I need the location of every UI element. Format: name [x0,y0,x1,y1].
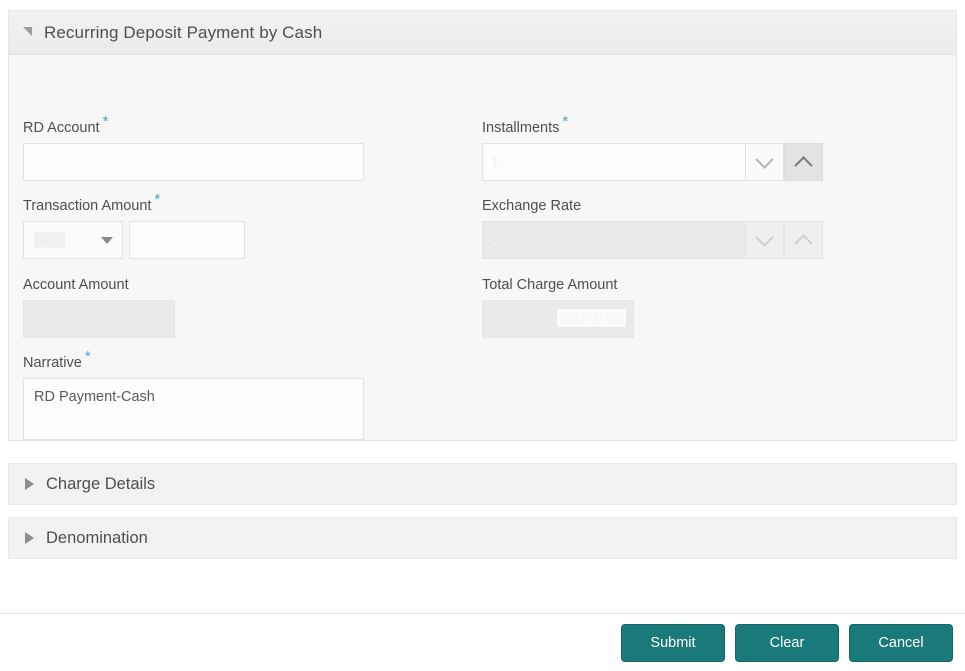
narrative-label-text: Narrative [23,355,82,371]
footer-bar: Submit Clear Cancel [0,614,965,671]
triangle-expanded-icon[interactable] [23,27,32,36]
exchange-rate-input [482,221,745,259]
rd-account-label-text: RD Account [23,120,100,136]
installments-label: Installments * [482,114,823,137]
chevron-up-icon [794,155,813,175]
required-asterisk: * [562,113,569,131]
transaction-amount-group: GBP [23,221,245,259]
field-total-charge-amount: Total Charge Amount GBP 0.00 [482,276,634,338]
cancel-button[interactable]: Cancel [849,624,953,662]
chevron-up-icon [794,233,813,253]
installments-input[interactable] [482,143,745,181]
field-account-amount: Account Amount [23,276,175,338]
transaction-amount-input[interactable] [129,221,245,259]
chevron-down-icon [755,227,774,247]
narrative-textarea[interactable] [23,378,364,440]
installments-label-text: Installments [482,120,560,136]
exchange-rate-label: Exchange Rate [482,198,582,214]
field-exchange-rate: Exchange Rate [482,197,823,259]
currency-select[interactable]: GBP [23,221,123,259]
section-denomination[interactable]: Denomination [8,517,957,559]
submit-button[interactable]: Submit [621,624,725,662]
required-asterisk: * [84,348,91,366]
panel-body: RD Account* Installments* Transa [9,55,956,440]
section-denomination-label: Denomination [46,528,148,547]
triangle-collapsed-icon [25,532,34,544]
clear-button[interactable]: Clear [735,624,839,662]
installments-spinner-up-button[interactable] [784,143,823,181]
rd-account-input[interactable] [23,143,364,181]
narrative-label: Narrative * [23,349,364,372]
transaction-amount-label: Transaction Amount * [23,192,245,215]
section-charge-details[interactable]: Charge Details [8,463,957,505]
installments-spinner-down-button[interactable] [745,143,784,181]
page-root: Recurring Deposit Payment by Cash RD Acc… [0,0,965,671]
exchange-rate-stepper [482,221,823,259]
field-transaction-amount: Transaction Amount * GBP [23,192,245,259]
caret-down-icon [101,236,113,244]
field-installments: Installments * [482,114,823,181]
field-rd-account: RD Account * [23,114,364,181]
account-amount-input [23,300,175,338]
total-charge-amount-value: GBP 0.00 [557,309,626,327]
panel-header[interactable]: Recurring Deposit Payment by Cash [9,11,956,55]
currency-value: GBP [34,232,66,248]
total-charge-amount-label: Total Charge Amount [482,277,618,293]
installments-stepper [482,143,823,181]
page-title: Recurring Deposit Payment by Cash [44,22,323,42]
required-asterisk: * [102,113,109,131]
chevron-down-icon [755,149,774,169]
recurring-deposit-panel: Recurring Deposit Payment by Cash RD Acc… [8,10,957,441]
section-charge-details-label: Charge Details [46,474,156,493]
exchange-rate-spinner-up-button[interactable] [784,221,823,259]
rd-account-label: RD Account * [23,114,364,137]
exchange-rate-spinner-down-button[interactable] [745,221,784,259]
triangle-collapsed-icon [25,478,34,490]
transaction-amount-label-text: Transaction Amount [23,198,152,214]
account-amount-label: Account Amount [23,277,129,293]
footer-button-group: Submit Clear Cancel [621,624,953,662]
field-narrative: Narrative * [23,349,364,445]
required-asterisk: * [154,191,161,209]
